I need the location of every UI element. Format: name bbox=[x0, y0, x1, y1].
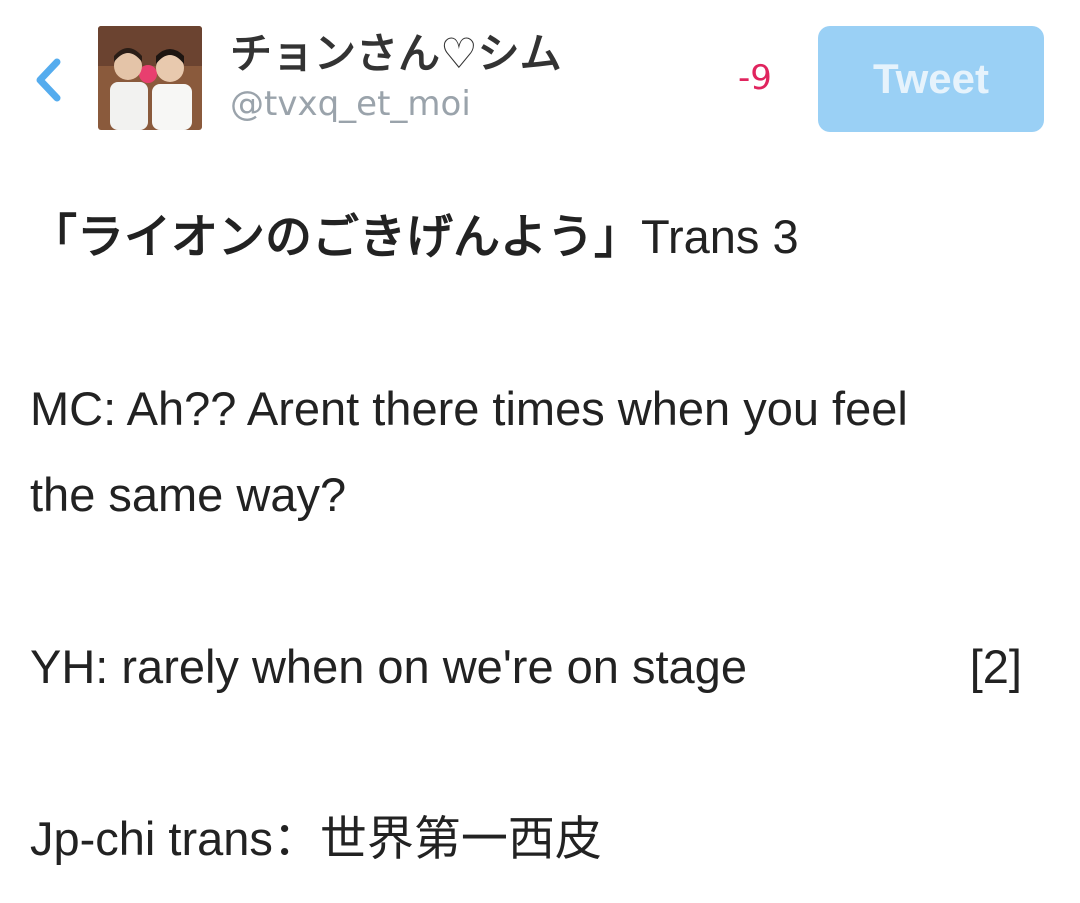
title-trans: Trans 3 bbox=[641, 210, 799, 263]
chevron-left-icon bbox=[36, 58, 61, 102]
display-name: チョンさん♡シム bbox=[230, 29, 562, 78]
yh-text: YH: rarely when on we're on stage bbox=[30, 640, 747, 693]
jp-text: 世界第一西皮 bbox=[319, 812, 602, 865]
jp-label: Jp-chi trans： bbox=[30, 812, 320, 865]
tweet-compose-text[interactable]: 「ライオンのごきげんよう」Trans 3 MC: Ah?? Arent ther… bbox=[30, 194, 1040, 882]
back-button[interactable] bbox=[26, 52, 70, 108]
user-handle: @tvxq_et_moi bbox=[230, 84, 471, 124]
tweet-button[interactable]: Tweet bbox=[818, 26, 1044, 132]
title-line: 「ライオンのごきげんよう」Trans 3 bbox=[30, 194, 1040, 280]
avatar-image bbox=[98, 26, 202, 130]
yh-ref: [2] bbox=[969, 640, 1022, 693]
character-counter: -9 bbox=[738, 58, 772, 98]
mc-line-2: the same way? bbox=[30, 468, 347, 521]
yh-line: YH: rarely when on we're on stage [2] bbox=[30, 624, 1040, 710]
jp-chi-line: Jp-chi trans：世界第一西皮 bbox=[30, 796, 1040, 882]
mc-line-1: MC: Ah?? Arent there times when you feel bbox=[30, 382, 908, 435]
title-jp: 「ライオンのごきげんよう」 bbox=[30, 210, 641, 263]
avatar[interactable] bbox=[98, 26, 202, 130]
compose-header: チョンさん♡シム @tvxq_et_moi -9 Tweet bbox=[0, 0, 1080, 150]
